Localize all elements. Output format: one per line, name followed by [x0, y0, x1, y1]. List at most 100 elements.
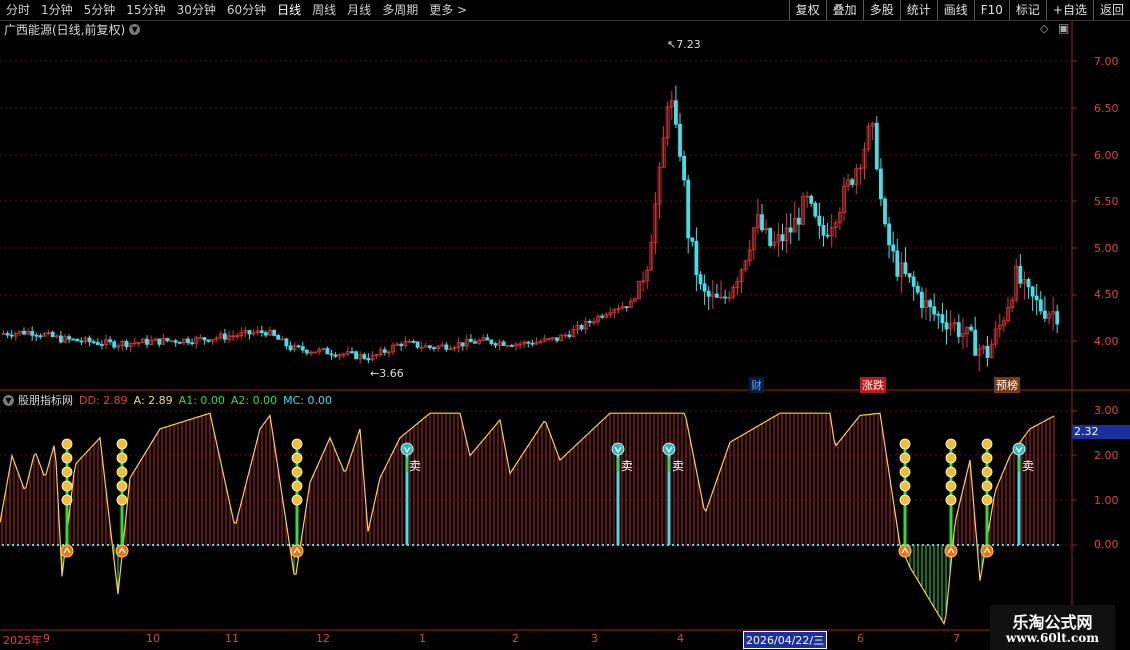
zero-dot: [262, 544, 264, 546]
event-badge-limit[interactable]: 涨跌: [860, 377, 886, 393]
candle-body: [903, 262, 908, 274]
zero-dot: [7, 544, 9, 546]
zero-dot: [762, 544, 764, 546]
dropdown-icon[interactable]: ▼: [129, 23, 141, 35]
zero-dot: [242, 544, 244, 546]
candle-body: [879, 168, 883, 200]
zero-dot: [77, 544, 79, 546]
zero-dot: [402, 544, 404, 546]
indicator-dropdown-icon[interactable]: ▼: [3, 394, 14, 406]
coin-icon: [116, 480, 128, 492]
candle-body: [259, 330, 264, 334]
candle-body: [940, 314, 945, 324]
zero-dot: [822, 544, 824, 546]
zero-dot: [697, 544, 699, 546]
zero-dot: [217, 544, 219, 546]
high-annotation: ↖7.23: [667, 38, 701, 51]
candle-body: [920, 291, 924, 309]
zero-dot: [522, 544, 524, 546]
chart-title-row: 广西能源(日线,前复权) ▼: [4, 21, 141, 37]
candle-body: [686, 179, 691, 239]
coin-icon: [899, 438, 911, 450]
x-tick: 1: [419, 632, 426, 645]
zero-dot: [317, 544, 319, 546]
candle-body: [1038, 299, 1043, 312]
zero-dot: [167, 544, 169, 546]
candle-body: [788, 227, 793, 233]
high-value: 7.23: [676, 38, 701, 51]
zero-dot: [787, 544, 789, 546]
zero-dot: [1047, 544, 1049, 546]
zero-dot: [257, 544, 259, 546]
candle-body: [22, 330, 26, 335]
candle-body: [95, 342, 100, 345]
candle-body: [38, 335, 43, 338]
zero-dot: [342, 544, 344, 546]
zero-dot: [782, 544, 784, 546]
candle-body: [157, 338, 162, 345]
diamond-icon[interactable]: ◇: [1040, 22, 1048, 35]
candle-body: [928, 300, 932, 308]
candle-body: [202, 337, 207, 341]
candle-body: [760, 214, 764, 231]
candle-body: [874, 122, 879, 170]
zero-dot: [757, 544, 759, 546]
indicator-name[interactable]: 股朋指标网: [18, 392, 73, 408]
zero-dot: [732, 544, 734, 546]
zero-dot: [997, 544, 999, 546]
a1-value: A1: 0.00: [178, 393, 225, 407]
event-badge-forecast[interactable]: 预榜: [994, 377, 1020, 393]
candle-body: [1030, 286, 1035, 297]
candle-body: [1018, 265, 1023, 284]
price-tick: 6.50: [1094, 102, 1119, 115]
zero-dot: [437, 544, 439, 546]
candle-body: [444, 344, 449, 350]
arrow-icon: ↖: [667, 38, 677, 51]
indicator-tick: 0.00: [1094, 538, 1119, 551]
candle-body: [100, 344, 104, 346]
candle-body: [915, 285, 920, 293]
candle-body: [304, 349, 309, 354]
zero-dot: [147, 544, 149, 546]
zero-dot: [867, 544, 869, 546]
coin-icon: [116, 452, 128, 464]
kline-chart[interactable]: [0, 0, 1130, 650]
candle-body: [891, 244, 896, 252]
candle-body: [87, 337, 92, 343]
coin-icon: [61, 466, 73, 478]
x-tick: 2025年: [3, 634, 42, 647]
candle-body: [75, 338, 80, 342]
zero-dot: [602, 544, 604, 546]
price-tick: 6.00: [1094, 149, 1119, 162]
candle-body: [432, 347, 436, 350]
candle-body: [706, 290, 711, 297]
zero-dot: [227, 544, 229, 546]
coin-icon: [981, 452, 993, 464]
sell-label: 卖: [409, 459, 422, 473]
candle-body: [489, 339, 494, 344]
window-icon[interactable]: ▣: [1058, 21, 1069, 35]
candle-body: [969, 326, 973, 331]
zero-dot: [362, 544, 364, 546]
coin-icon: [899, 494, 911, 506]
indicator-header: ▼ 股朋指标网 DD: 2.89 A: 2.89 A1: 0.00 A2: 0.…: [3, 393, 338, 407]
event-badge-finance[interactable]: 财: [749, 377, 764, 393]
candle-body: [362, 354, 367, 359]
zero-dot: [22, 544, 24, 546]
zero-dot: [612, 544, 614, 546]
zero-dot: [182, 544, 184, 546]
coin-icon: [291, 494, 303, 506]
zero-dot: [387, 544, 389, 546]
candle-body: [911, 276, 916, 287]
candle-body: [296, 345, 301, 348]
zero-dot: [442, 544, 444, 546]
zero-dot: [702, 544, 704, 546]
coin-icon: [291, 480, 303, 492]
zero-dot: [462, 544, 464, 546]
candle-body: [91, 341, 96, 344]
zero-dot: [172, 544, 174, 546]
zero-dot: [277, 544, 279, 546]
coin-icon: [291, 438, 303, 450]
zero-dot: [87, 544, 89, 546]
zero-dot: [177, 544, 179, 546]
